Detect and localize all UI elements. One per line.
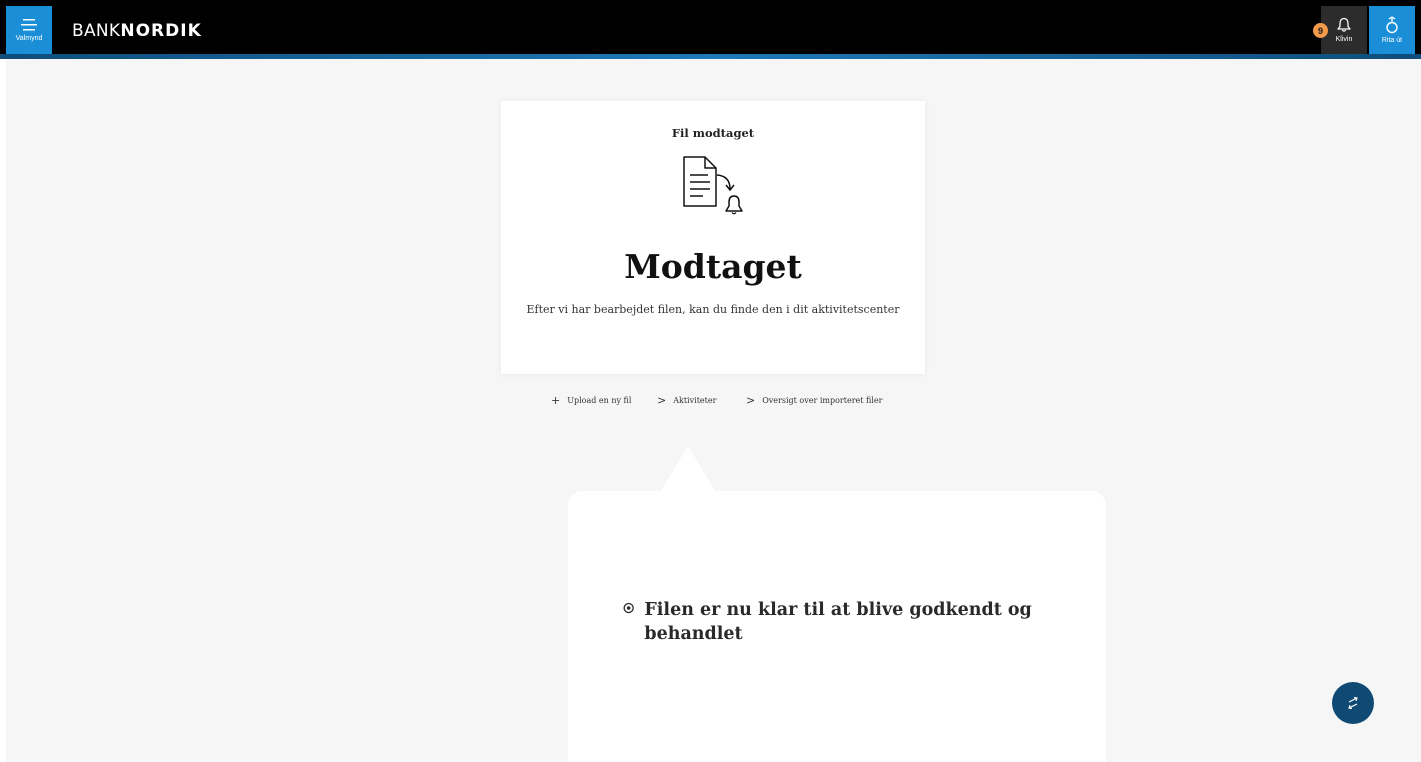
- bell-icon: [1337, 17, 1351, 32]
- card-title: Fil modtaget: [671, 126, 755, 140]
- plus-icon: +: [551, 394, 561, 407]
- radio-dot-icon: [623, 602, 634, 614]
- logo-bank-text: BANK: [72, 21, 121, 41]
- top-bar-accent: [0, 54, 1421, 59]
- activities-link[interactable]: > Aktiviteter: [657, 394, 716, 407]
- upload-new-file-link[interactable]: + Upload en ny fil: [551, 394, 631, 407]
- notifications-label: Klivin: [1335, 36, 1353, 43]
- chevron-right-icon: >: [657, 394, 667, 407]
- card-heading: Modtaget: [624, 247, 802, 286]
- chevron-right-icon: >: [746, 394, 756, 407]
- swap-arrows-icon: [1348, 697, 1358, 709]
- document-received-icon: [683, 156, 743, 215]
- imported-files-overview-link[interactable]: > Oversigt over importeret filer: [746, 394, 882, 407]
- menu-button[interactable]: Valmynd: [6, 6, 52, 54]
- hamburger-icon: [21, 18, 37, 30]
- logout-icon: [1386, 16, 1398, 34]
- top-bar: [0, 0, 1421, 54]
- logout-button[interactable]: Rita út: [1369, 6, 1415, 54]
- floating-action-button[interactable]: [1332, 682, 1374, 724]
- menu-label: Valmynd: [15, 34, 43, 42]
- imported-files-overview-label: Oversigt over importeret filer: [762, 396, 883, 405]
- logout-label: Rita út: [1381, 37, 1403, 44]
- tooltip-message: Filen er nu klar til at blive godkendt o…: [623, 598, 1043, 646]
- tooltip-text: Filen er nu klar til at blive godkendt o…: [644, 600, 1032, 644]
- file-received-card: Fil modtaget Modtaget Efter vi har bearb…: [501, 101, 925, 374]
- tooltip-arrow: [660, 446, 716, 492]
- bank-logo[interactable]: BANKNORDIK: [72, 21, 202, 41]
- card-description: Efter vi har bearbejdet filen, kan du fi…: [526, 303, 900, 316]
- logo-nordik-text: NORDIK: [120, 21, 202, 41]
- activities-label: Aktiviteter: [673, 396, 717, 405]
- notification-count-badge: 9: [1313, 23, 1328, 38]
- action-links: + Upload en ny fil > Aktiviteter > Overs…: [0, 394, 1421, 408]
- guide-tooltip: Filen er nu klar til at blive godkendt o…: [568, 491, 1106, 762]
- upload-new-file-label: Upload en ny fil: [567, 396, 632, 405]
- left-edge-strip: [0, 59, 6, 762]
